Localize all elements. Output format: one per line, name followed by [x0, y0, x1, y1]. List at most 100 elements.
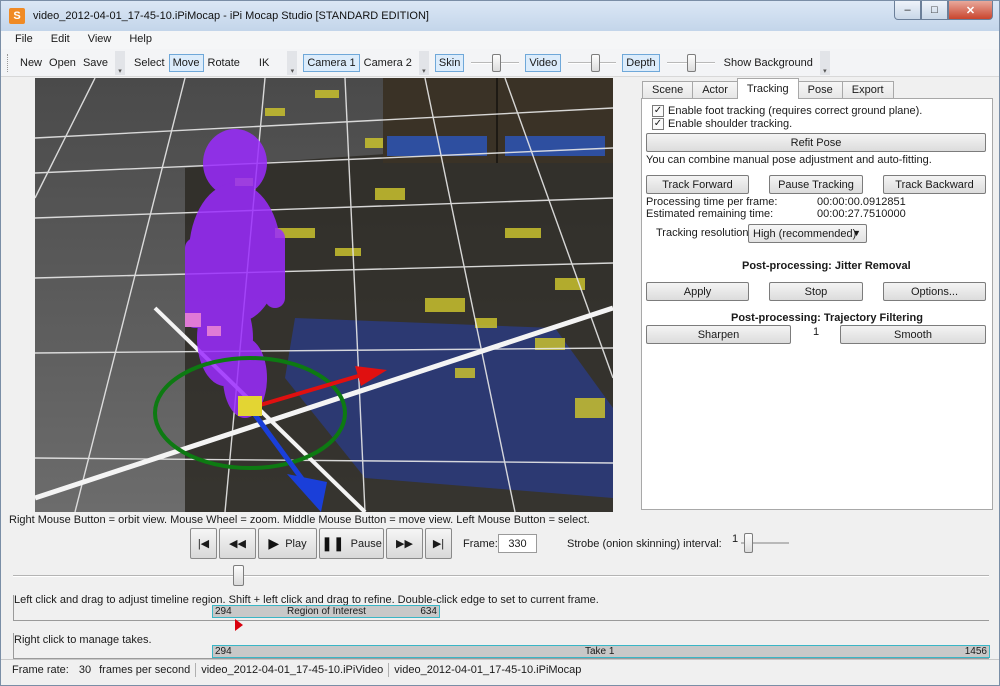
toolbar-overflow-icon[interactable]: ▾	[287, 50, 298, 75]
property-tabs: Scene Actor Tracking Pose Export	[642, 78, 894, 99]
camera2-mat	[505, 136, 605, 156]
skin-toggle-button[interactable]: Skin	[434, 53, 465, 72]
track-backward-button[interactable]: Track Backward	[883, 175, 986, 194]
ik-tool-button[interactable]: IK	[256, 55, 272, 71]
frame-scrubber[interactable]	[13, 565, 989, 586]
frame-input[interactable]: 330	[498, 534, 537, 553]
menu-edit[interactable]: Edit	[44, 31, 77, 49]
toolbar-grip[interactable]	[7, 53, 11, 72]
tab-pose[interactable]: Pose	[797, 81, 843, 99]
slider-thumb[interactable]	[591, 53, 601, 72]
check-icon[interactable]: ✓	[652, 118, 664, 130]
viewport-scene	[35, 78, 613, 512]
trajectory-filtering-title: Post-processing: Trajectory Filtering	[731, 312, 923, 324]
chevron-down-icon: ▼	[852, 228, 861, 238]
gizmo-center-handle[interactable]	[238, 396, 262, 416]
toolbar-overflow-icon[interactable]: ▾	[115, 50, 126, 75]
toolbar-overflow-icon[interactable]: ▾	[819, 50, 830, 75]
sharpen-button[interactable]: Sharpen	[646, 325, 791, 344]
roi-start-label: 294	[215, 606, 232, 617]
pause-button[interactable]: ❚❚ Pause	[319, 528, 384, 559]
slider-thumb[interactable]	[492, 53, 502, 72]
roi-timeline[interactable]: 294 Region of Interest 634	[13, 595, 989, 631]
show-background-button[interactable]: Show Background	[721, 55, 816, 71]
skip-start-icon: |◀	[197, 538, 210, 550]
strobe-label: Strobe (onion skinning) interval:	[567, 538, 722, 550]
tab-export[interactable]: Export	[841, 81, 894, 99]
status-bar: Frame rate: 30 frames per second video_2…	[1, 659, 999, 679]
pause-icon: ❚❚	[321, 535, 345, 551]
frame-rate-value: 30	[78, 663, 92, 676]
app-logo-icon[interactable]: S	[9, 8, 25, 24]
foot-tracking-checkbox[interactable]: ✓ Enable foot tracking (requires correct…	[652, 105, 922, 117]
tracking-resolution-label: Tracking resolution:	[656, 227, 752, 239]
pause-label: Pause	[350, 537, 382, 550]
skin-opacity-slider[interactable]	[471, 53, 520, 73]
tab-scene[interactable]: Scene	[642, 81, 694, 99]
take-bar[interactable]: 294 Take 1 1456	[212, 645, 990, 658]
check-icon[interactable]: ✓	[652, 105, 664, 117]
save-button[interactable]: Save	[80, 55, 111, 71]
scrubber-thumb[interactable]	[233, 565, 244, 586]
new-button[interactable]: New	[17, 55, 45, 71]
region-of-interest-bar[interactable]: 294 Region of Interest 634	[212, 605, 440, 618]
menu-help[interactable]: Help	[122, 31, 159, 49]
window-title: video_2012-04-01_17-45-10.iPiMocap - iPi…	[33, 10, 429, 22]
open-button[interactable]: Open	[46, 55, 79, 71]
next-frame-button[interactable]: ▶▶	[386, 528, 423, 559]
title-bar: S video_2012-04-01_17-45-10.iPiMocap - i…	[1, 1, 999, 31]
jitter-removal-title: Post-processing: Jitter Removal	[742, 260, 911, 272]
toolbar-overflow-icon[interactable]: ▾	[418, 50, 429, 75]
menu-file[interactable]: File	[8, 31, 40, 49]
play-button[interactable]: ▶ Play	[258, 528, 317, 559]
options-button[interactable]: Options...	[883, 282, 986, 301]
depth-toggle-button[interactable]: Depth	[622, 53, 660, 72]
camera1-button[interactable]: Camera 1	[303, 53, 360, 72]
app-window: S video_2012-04-01_17-45-10.iPiMocap - i…	[0, 0, 1000, 686]
last-frame-button[interactable]: ▶|	[425, 528, 452, 559]
shoulder-tracking-checkbox[interactable]: ✓ Enable shoulder tracking.	[652, 118, 792, 130]
smooth-button[interactable]: Smooth	[840, 325, 986, 344]
scrubber-track	[13, 575, 989, 577]
timeline-baseline	[14, 620, 989, 621]
strobe-slider[interactable]	[741, 531, 789, 555]
select-tool-button[interactable]: Select	[131, 55, 168, 71]
video-file-segment: video_2012-04-01_17-45-10.iPiVideo	[196, 662, 390, 677]
video-opacity-slider[interactable]	[568, 53, 617, 73]
frame-rate-unit: frames per second	[99, 663, 191, 676]
depth-opacity-slider[interactable]	[666, 53, 715, 73]
tab-tracking[interactable]: Tracking	[736, 78, 799, 99]
takes-timeline[interactable]: 294 Take 1 1456	[13, 633, 990, 659]
pause-tracking-button[interactable]: Pause Tracking	[769, 175, 863, 194]
minimize-button[interactable]: –	[894, 1, 921, 20]
frame-label: Frame:	[463, 538, 498, 550]
tracking-panel: ✓ Enable foot tracking (requires correct…	[641, 98, 993, 510]
close-button[interactable]: ✕	[948, 1, 993, 20]
track-forward-button[interactable]: Track Forward	[646, 175, 749, 194]
maximize-button[interactable]: □	[921, 1, 948, 20]
remaining-time-label: Estimated remaining time:	[646, 208, 774, 220]
slider-thumb[interactable]	[686, 53, 696, 72]
refit-pose-button[interactable]: Refit Pose	[646, 133, 986, 152]
stop-button[interactable]: Stop	[769, 282, 863, 301]
camera2-button[interactable]: Camera 2	[361, 55, 415, 71]
3d-viewport[interactable]	[35, 78, 613, 512]
apply-button[interactable]: Apply	[646, 282, 749, 301]
play-icon: ▶	[268, 535, 280, 551]
video-toggle-button[interactable]: Video	[525, 53, 562, 72]
first-frame-button[interactable]: |◀	[190, 528, 217, 559]
prev-frame-button[interactable]: ◀◀	[219, 528, 256, 559]
slider-thumb[interactable]	[744, 533, 753, 553]
rewind-icon: ◀◀	[229, 538, 246, 550]
move-tool-button[interactable]: Move	[168, 53, 204, 72]
menu-view[interactable]: View	[81, 31, 119, 49]
rotate-tool-button[interactable]: Rotate	[205, 55, 243, 71]
roi-end-label: 634	[420, 606, 437, 617]
project-file-name: video_2012-04-01_17-45-10.iPiMocap	[394, 663, 582, 676]
tracking-resolution-select[interactable]: High (recommended) ▼	[748, 224, 867, 243]
current-frame-marker-icon[interactable]	[235, 619, 243, 631]
remaining-time-value: 00:00:27.7510000	[817, 208, 906, 220]
strobe-value: 1	[732, 533, 739, 545]
tab-actor[interactable]: Actor	[692, 81, 738, 99]
take-label: Take 1	[585, 646, 615, 657]
